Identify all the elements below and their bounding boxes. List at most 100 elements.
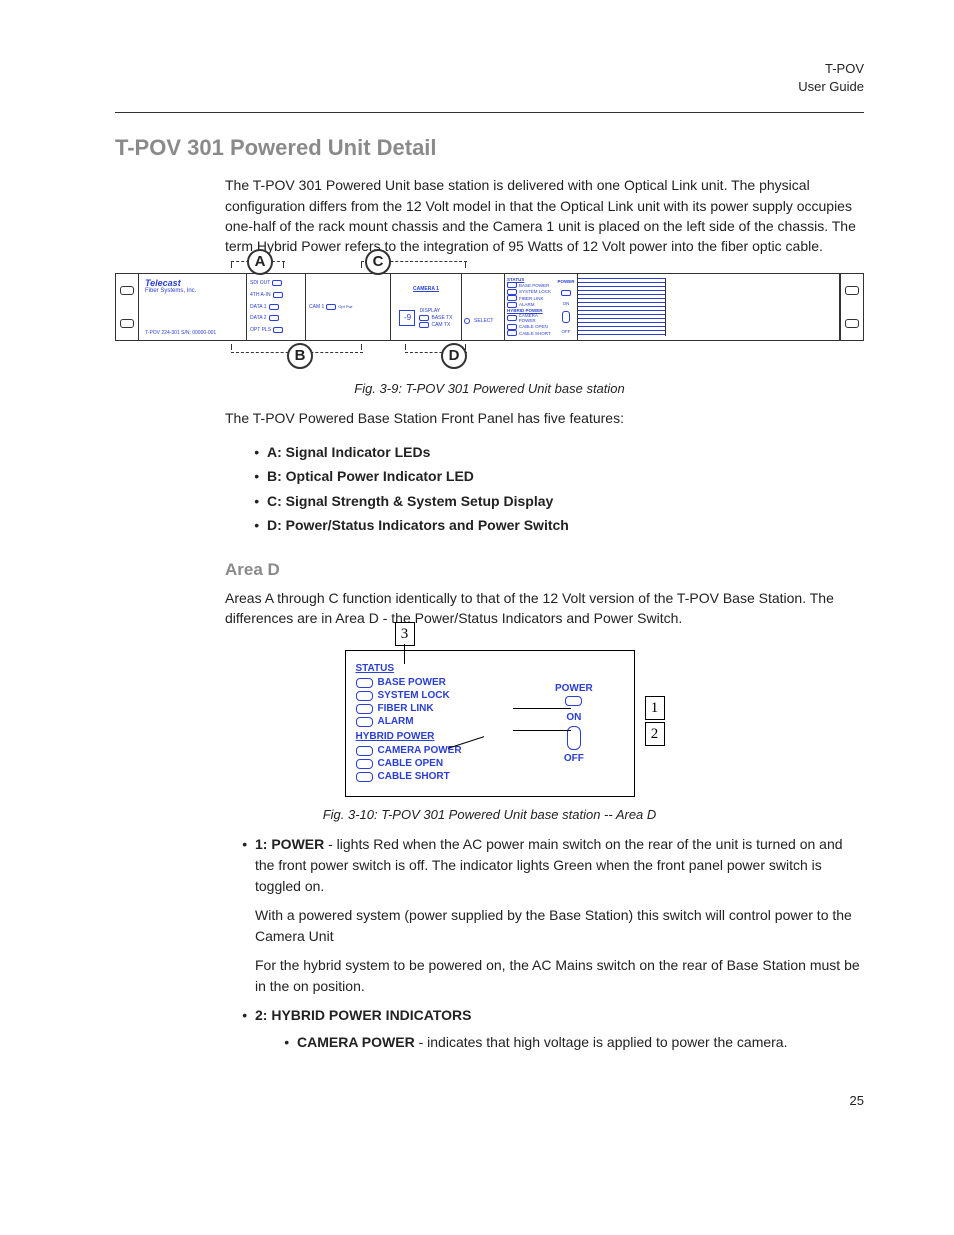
callout-b: B [287, 343, 313, 369]
led-icon [272, 280, 282, 286]
header-product: T-POV [115, 60, 864, 78]
led-icon [356, 772, 373, 782]
signal-label: 4TH A-IN [250, 292, 271, 298]
intro-paragraph: The T-POV 301 Powered Unit base station … [225, 175, 864, 256]
led-icon [419, 315, 429, 321]
optical-label: CAM 1 [309, 304, 324, 310]
figure-3-10-caption: Fig. 3-10: T-POV 301 Powered Unit base s… [115, 807, 864, 822]
figure-3-10: 3 STATUS BASE POWER SYSTEM LOCK FIBER LI… [345, 650, 635, 797]
led-icon [419, 322, 429, 328]
sub-item-text: - indicates that high voltage is applied… [415, 1034, 788, 1050]
feature-item: D: Power/Status Indicators and Power Swi… [267, 517, 569, 533]
list-item: 2: HYBRID POWER INDICATORS CAMERA POWER … [251, 1005, 864, 1053]
panel-d: STATUS BASE POWER SYSTEM LOCK FIBER LINK… [505, 274, 578, 340]
status-item: SYSTEM LOCK [519, 289, 551, 294]
features-intro: The T-POV Powered Base Station Front Pan… [225, 408, 864, 428]
rack-slot-icon [845, 319, 859, 328]
led-icon [273, 327, 283, 333]
leader-line [404, 644, 406, 664]
display-value: -9 [404, 313, 411, 322]
led-icon [507, 289, 517, 295]
page-header: T-POV User Guide [115, 60, 864, 96]
off-label: OFF [562, 329, 571, 334]
header-rule [115, 112, 864, 113]
led-icon [507, 302, 517, 308]
status-item: SYSTEM LOCK [378, 690, 450, 701]
section-title: T-POV 301 Powered Unit Detail [115, 135, 864, 161]
panel-c-display: CAMERA 1 -9 DISPLAY BASE TX CAM TX [391, 274, 462, 340]
rack-slot-icon [120, 319, 134, 328]
status-item: BASE POWER [378, 677, 446, 688]
rack-ear-left [116, 274, 139, 340]
hybrid-item: CAMERA POWER [519, 313, 554, 323]
power-label: POWER [555, 683, 593, 694]
led-icon [356, 717, 373, 727]
signal-display: -9 [399, 310, 415, 326]
sub-items-list: CAMERA POWER - indicates that high volta… [275, 1032, 864, 1053]
led-icon [269, 304, 279, 310]
hybrid-item: CABLE OPEN [519, 324, 548, 329]
status-label: STATUS [507, 277, 554, 282]
brand-sub: Fiber Systems, Inc. [145, 288, 240, 294]
led-icon [273, 292, 283, 298]
display-label: DISPLAY [419, 308, 452, 314]
callout-a: A [247, 249, 273, 275]
rack-slot-icon [845, 286, 859, 295]
signal-label: DATA 2 [250, 315, 267, 321]
numbered-items-list: 1: POWER - lights Red when the AC power … [233, 834, 864, 1053]
led-icon [507, 330, 517, 336]
features-list: A: Signal Indicator LEDs B: Optical Powe… [245, 440, 864, 538]
page-number: 25 [115, 1093, 864, 1108]
status-item: FIBER LINK [519, 296, 544, 301]
select-label: SELECT [474, 318, 493, 324]
hybrid-section-label: HYBRID POWER [356, 731, 515, 742]
status-item: ALARM [519, 302, 535, 307]
led-icon [507, 282, 517, 288]
callout-1: 1 [645, 696, 665, 720]
hybrid-label: HYBRID POWER [507, 308, 554, 313]
panel-b: CAM 1Opt Pwr [306, 274, 391, 340]
model-number: T-POV 224-301 S/N: 00000-001 [145, 330, 240, 336]
rack-front-panel: Telecast Fiber Systems, Inc. T-POV 224-3… [115, 273, 864, 341]
status-section-label: STATUS [356, 663, 515, 674]
status-item: ALARM [378, 716, 414, 727]
on-label: ON [566, 712, 581, 723]
signal-label: DATA 1 [250, 304, 267, 310]
tx-label: CAM TX [431, 322, 450, 328]
area-d-text: Areas A through C function identically t… [225, 588, 864, 629]
power-label: POWER [557, 279, 574, 284]
led-icon [507, 315, 517, 321]
select-dot-icon [464, 318, 470, 324]
figure-3-9: Telecast Fiber Systems, Inc. T-POV 224-3… [115, 273, 864, 341]
hybrid-item: CABLE SHORT [519, 331, 551, 336]
status-item: BASE POWER [519, 283, 549, 288]
led-icon [507, 295, 517, 301]
camera-title: CAMERA 1 [413, 286, 439, 292]
rack-slot-icon [120, 286, 134, 295]
led-icon [561, 290, 571, 296]
status-item: FIBER LINK [378, 703, 434, 714]
led-icon [356, 678, 373, 688]
figure-3-9-caption: Fig. 3-9: T-POV 301 Powered Unit base st… [115, 381, 864, 396]
feature-item: C: Signal Strength & System Setup Displa… [267, 493, 553, 509]
leader-line [513, 708, 571, 709]
led-icon [269, 315, 279, 321]
panel-c-select: SELECT [462, 274, 505, 340]
area-d-panel: STATUS BASE POWER SYSTEM LOCK FIBER LINK… [345, 650, 635, 797]
list-item: CAMERA POWER - indicates that high volta… [293, 1032, 864, 1053]
switch-icon [562, 311, 570, 323]
on-label: ON [563, 301, 570, 306]
sub-item-lead: CAMERA POWER [297, 1034, 415, 1050]
callout-3: 3 [395, 622, 415, 646]
signal-label: SDI OUT [250, 280, 270, 286]
blank-panel [666, 274, 840, 340]
led-icon [326, 304, 336, 310]
hybrid-item: CABLE OPEN [378, 758, 444, 769]
panel-a: SDI OUT 4TH A-IN DATA 1 DATA 2 OPT PLS [247, 274, 306, 340]
item-2-lead: 2: HYBRID POWER INDICATORS [255, 1007, 472, 1023]
led-icon [356, 691, 373, 701]
leader-line [513, 730, 571, 731]
vent-panel [578, 278, 666, 336]
led-icon [356, 759, 373, 769]
led-icon [356, 704, 373, 714]
